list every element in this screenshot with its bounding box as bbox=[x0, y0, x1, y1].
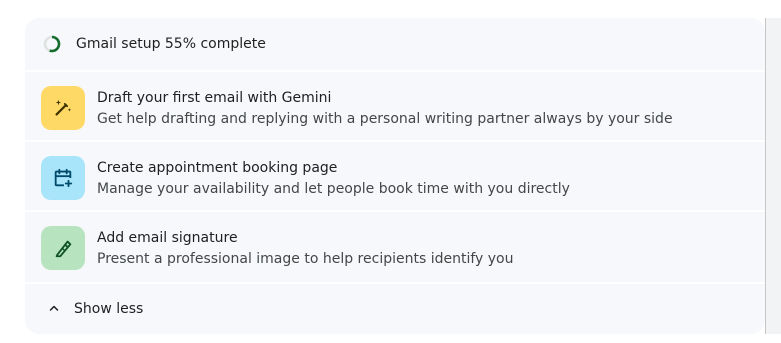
show-less-button[interactable]: Show less bbox=[25, 284, 765, 334]
task-email-signature[interactable]: Add email signature Present a profession… bbox=[25, 212, 765, 280]
task-draft-email-gemini[interactable]: Draft your first email with Gemini Get h… bbox=[25, 72, 765, 140]
setup-progress-text: Gmail setup 55% complete bbox=[76, 36, 266, 52]
magic-pen-icon bbox=[55, 99, 72, 116]
page: Gmail setup 55% complete Draft your firs… bbox=[0, 0, 781, 343]
task-title: Add email signature bbox=[97, 230, 238, 246]
task-icon-bg bbox=[41, 226, 85, 270]
task-description: Manage your availability and let people … bbox=[97, 181, 570, 197]
calendar-add-icon bbox=[54, 168, 73, 188]
task-title: Create appointment booking page bbox=[97, 160, 338, 176]
task-icon-bg bbox=[41, 86, 85, 130]
scrollbar[interactable] bbox=[765, 18, 781, 334]
task-title: Draft your first email with Gemini bbox=[97, 90, 332, 106]
setup-card: Gmail setup 55% complete Draft your firs… bbox=[25, 18, 765, 334]
setup-progress-ring bbox=[43, 35, 61, 53]
task-appointment-booking[interactable]: Create appointment booking page Manage y… bbox=[25, 142, 765, 210]
show-less-label: Show less bbox=[74, 301, 144, 317]
setup-header: Gmail setup 55% complete bbox=[25, 18, 765, 70]
task-description: Present a professional image to help rec… bbox=[97, 251, 514, 267]
task-icon-bg bbox=[41, 156, 85, 200]
signature-pen-icon bbox=[55, 240, 72, 258]
chevron-up-icon bbox=[49, 305, 59, 311]
task-description: Get help drafting and replying with a pe… bbox=[97, 111, 673, 127]
